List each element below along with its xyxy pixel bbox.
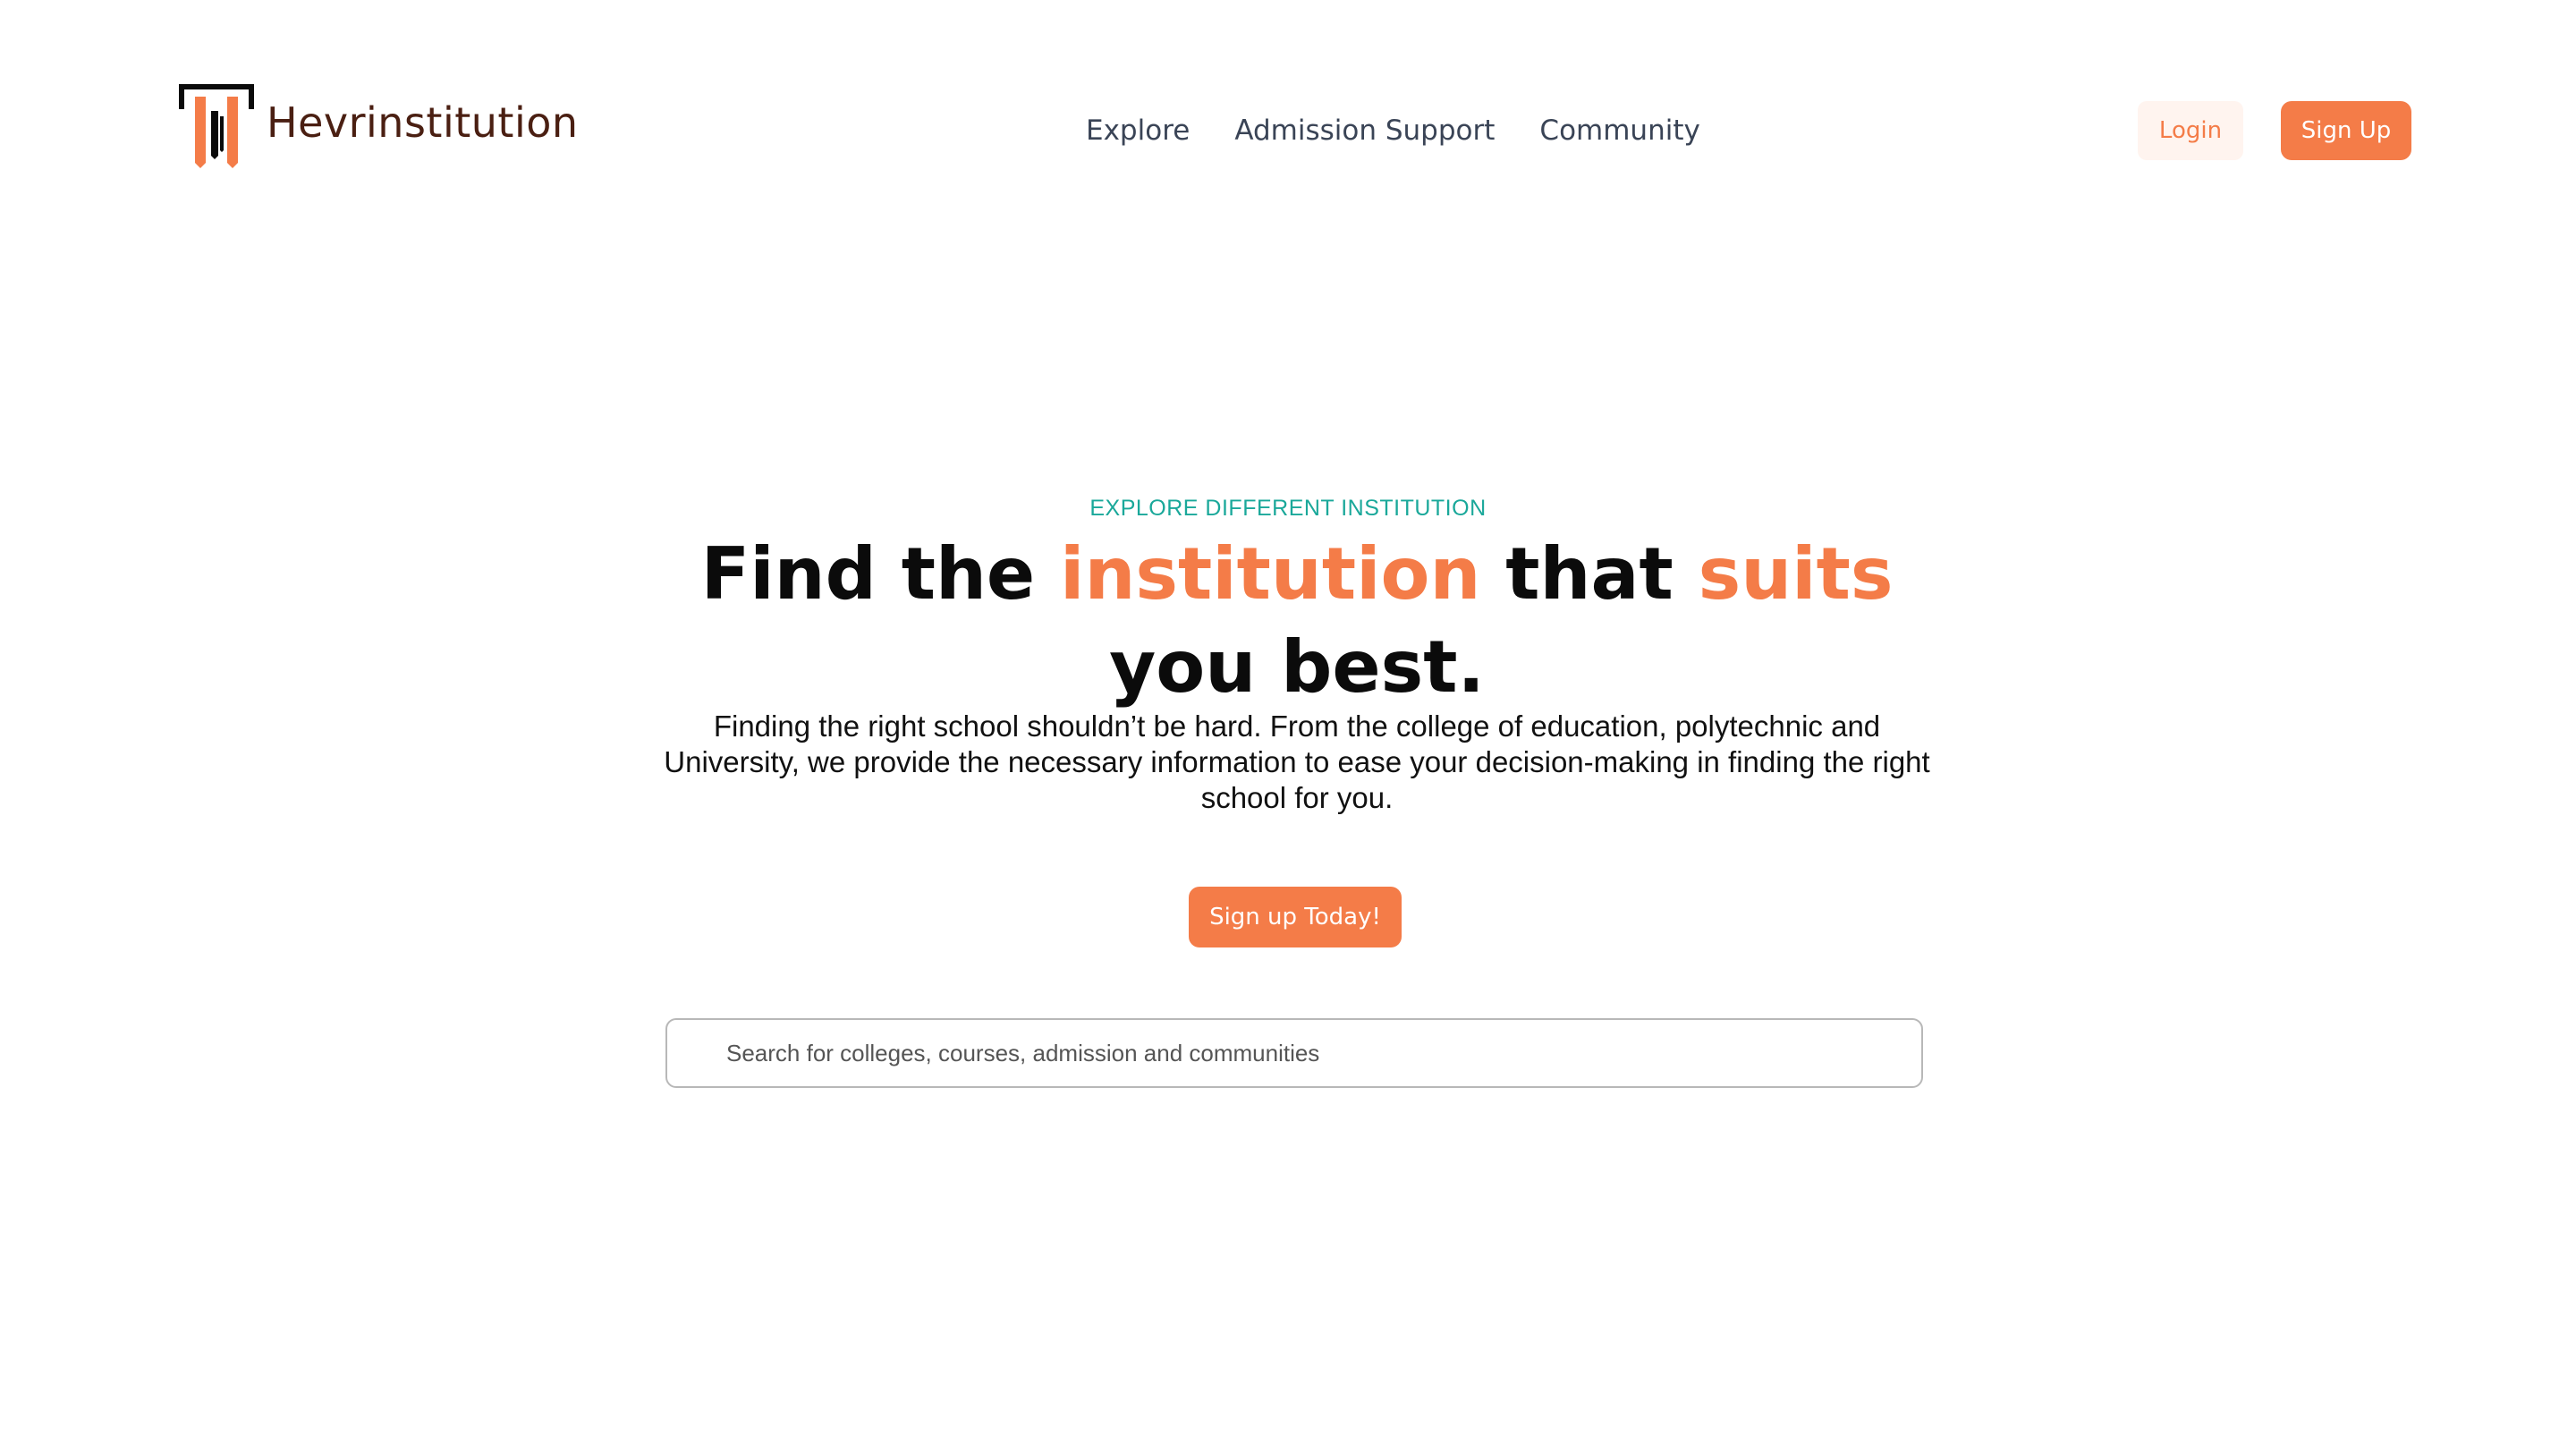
headline-accent-institution: institution — [1060, 532, 1481, 616]
search-bar — [665, 1018, 1923, 1088]
nav-admission-support[interactable]: Admission Support — [1234, 107, 1495, 154]
nav-explore[interactable]: Explore — [1086, 107, 1190, 154]
nav-community[interactable]: Community — [1539, 107, 1699, 154]
headline-part-3: you best. — [1109, 625, 1485, 709]
signup-today-button[interactable]: Sign up Today! — [1189, 887, 1402, 947]
hero-description: Finding the right school shouldn’t be ha… — [664, 710, 1930, 814]
headline-accent-suits: suits — [1698, 532, 1894, 616]
brand-logo[interactable]: Hevrinstitution — [179, 84, 579, 168]
signup-button[interactable]: Sign Up — [2281, 101, 2411, 160]
headline-part-1: Find the — [700, 532, 1061, 616]
login-button[interactable]: Login — [2138, 101, 2243, 160]
main-nav: Explore Admission Support Community — [1086, 107, 1700, 154]
headline-part-2: that — [1480, 532, 1699, 616]
search-input[interactable] — [667, 1020, 1921, 1086]
brand-name: Hevrinstitution — [267, 98, 579, 147]
pillar-logo-icon — [179, 84, 254, 168]
hero-headline: Find the institution that suits you best… — [662, 528, 1932, 714]
hero-eyebrow: EXPLORE DIFFERENT INSTITUTION — [1089, 496, 1487, 521]
landing-page: Hevrinstitution Explore Admission Suppor… — [0, 0, 2576, 1453]
